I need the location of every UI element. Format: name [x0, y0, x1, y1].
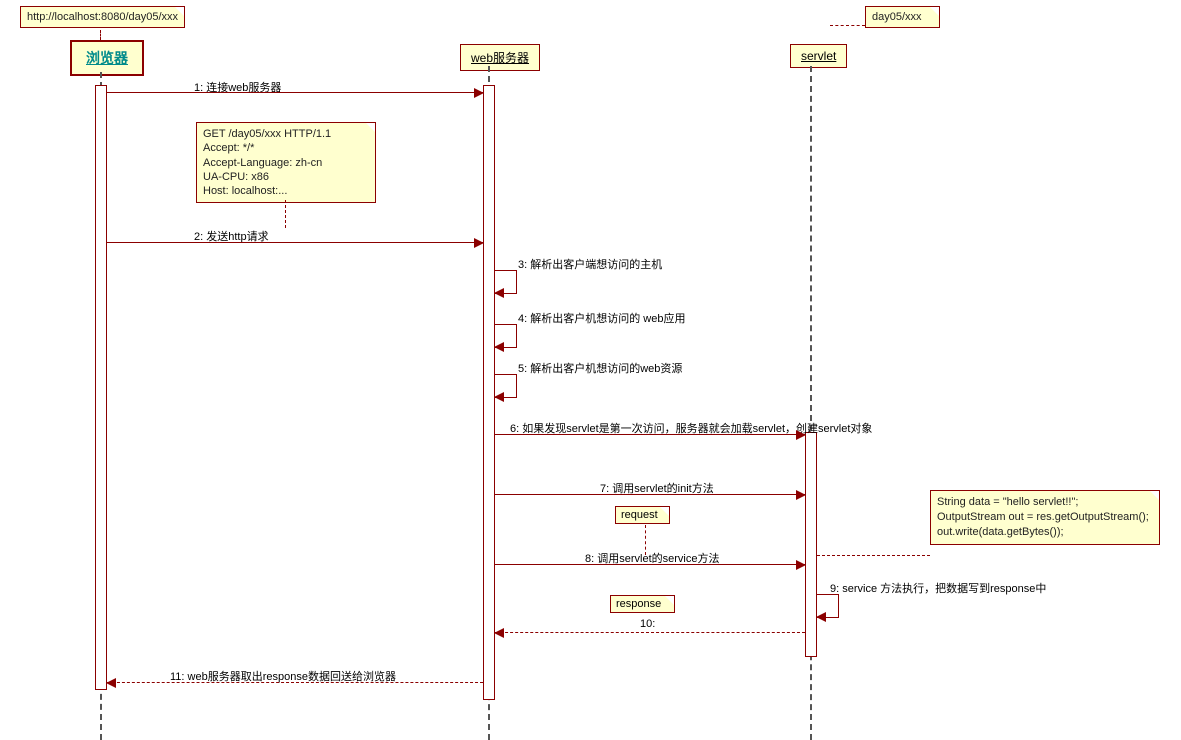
msg1-arrow: [107, 92, 483, 93]
note-servlet-path-text: day05/xxx: [872, 11, 922, 23]
msg10-label: 10:: [640, 618, 655, 630]
msg5-arrow: [495, 374, 517, 398]
lifeline-browser-label: 浏览器: [86, 50, 128, 66]
lifeline-webserver-label: web服务器: [471, 51, 529, 65]
msg2-arrow: [107, 242, 483, 243]
msg11-arrow: [107, 682, 483, 683]
note-response: response: [610, 595, 675, 613]
activation-servlet: [805, 432, 817, 657]
msg8-arrow: [495, 564, 805, 565]
lifeline-servlet-label: servlet: [801, 49, 836, 63]
msg9-arrow: [817, 594, 839, 618]
msg3-arrow: [495, 270, 517, 294]
note-request-text: request: [621, 509, 658, 521]
msg4-label: 4: 解析出客户机想访问的 web应用: [518, 310, 685, 326]
note-code-text: String data = "hello servlet!!"; OutputS…: [937, 496, 1149, 538]
msg10-arrow: [495, 632, 805, 633]
msg6-arrow: [495, 434, 805, 435]
msg7-arrow: [495, 494, 805, 495]
note-url: http://localhost:8080/day05/xxx: [20, 6, 185, 28]
note-request: request: [615, 506, 670, 524]
lifeline-browser: 浏览器: [70, 40, 144, 76]
note-response-text: response: [616, 598, 661, 610]
note-http-text: GET /day05/xxx HTTP/1.1 Accept: */* Acce…: [203, 128, 331, 197]
note-servlet-path: day05/xxx: [865, 6, 940, 28]
msg4-arrow: [495, 324, 517, 348]
msg5-label: 5: 解析出客户机想访问的web资源: [518, 360, 682, 376]
note-code: String data = "hello servlet!!"; OutputS…: [930, 490, 1160, 545]
note-url-text: http://localhost:8080/day05/xxx: [27, 11, 178, 23]
anchor-servletpath: [830, 25, 865, 26]
anchor-code: [817, 555, 930, 556]
note-http: GET /day05/xxx HTTP/1.1 Accept: */* Acce…: [196, 122, 376, 203]
msg3-label: 3: 解析出客户端想访问的主机: [518, 256, 662, 272]
lifeline-webserver: web服务器: [460, 44, 540, 71]
activation-browser: [95, 85, 107, 690]
msg9-label: 9: service 方法执行，把数据写到response中: [830, 580, 1046, 596]
lifeline-servlet: servlet: [790, 44, 847, 68]
anchor-url: [100, 30, 101, 40]
anchor-http: [285, 200, 286, 228]
